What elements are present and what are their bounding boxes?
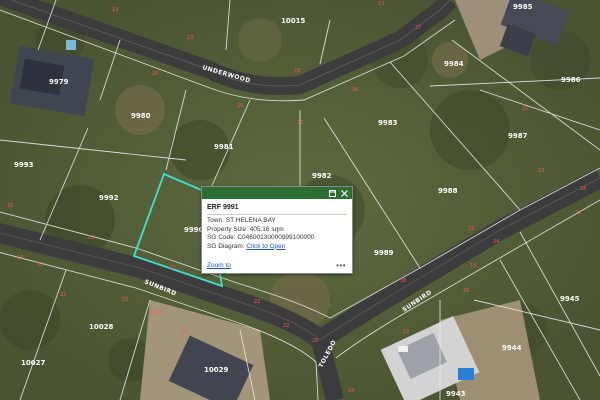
erf-label: 9980 [131, 112, 151, 120]
zoom-to-link[interactable]: Zoom to [207, 262, 231, 269]
dimension-label: 22 [522, 106, 528, 112]
dimension-label: 27 [415, 25, 421, 31]
size-value: 405.16 sqm [249, 225, 284, 233]
popup-town-row: Town: ST HELENA BAY [207, 217, 352, 226]
dimension-label: 22 [60, 292, 66, 298]
dimension-label: 32 [7, 203, 13, 209]
dimension-label: 16.38 [148, 310, 162, 316]
dimension-label: 22 [283, 323, 289, 329]
popup-size-row: Property Size: 405.16 sqm [207, 226, 352, 235]
erf-label: 9993 [14, 161, 34, 169]
dimension-label: 25 [463, 288, 469, 294]
maximize-icon[interactable] [328, 189, 336, 197]
erf-label: 9988 [438, 187, 458, 195]
dimension-label: 26 [352, 87, 358, 93]
info-popup: ERF 9991 Town: ST HELENA BAY Property Si… [201, 186, 353, 274]
town-label: Town: [207, 217, 226, 224]
dimension-label: 22 [180, 329, 186, 335]
dimension-label: 22 [254, 299, 260, 305]
popup-sg-code-row: SG Code: C04600130000999100000 [207, 234, 352, 243]
dimension-label: 24 [493, 239, 499, 245]
erf-label: 10029 [204, 366, 228, 374]
dimension-label: 13 [37, 262, 43, 268]
dimension-label: 20 [312, 338, 318, 344]
erf-label: 9945 [560, 295, 580, 303]
dimension-label: 22 [122, 297, 128, 303]
pool-9943 [458, 368, 474, 380]
erf-label: 9979 [49, 78, 69, 86]
popup-sg-diagram-row: SG Diagram: Click to Open [207, 243, 352, 252]
erf-label: 9987 [508, 132, 528, 140]
close-icon[interactable] [340, 189, 348, 197]
sg-diagram-label: SG Diagram: [207, 242, 247, 250]
erf-label: 9989 [374, 249, 394, 257]
erf-label: 9944 [502, 344, 522, 352]
dimension-label: 23 [297, 120, 303, 126]
town-value: ST HELENA BAY [225, 217, 276, 224]
dimension-label: 24 [348, 388, 354, 394]
dimension-label: 13 [187, 35, 193, 41]
dimension-label: 22 [575, 210, 581, 216]
sg-code-label: SG Code: [207, 234, 238, 242]
pool-9979 [66, 40, 76, 50]
popup-title: ERF 9991 [207, 204, 239, 211]
dimension-label: 23 [88, 235, 94, 241]
dimension-label: 22 [403, 329, 409, 335]
erf-label: 9981 [214, 143, 234, 151]
dimension-label: 15 [470, 263, 476, 269]
erf-label: 10027 [21, 359, 45, 367]
dimension-label: 20 [237, 103, 243, 109]
erf-label: 9943 [446, 390, 466, 398]
popup-header [202, 187, 352, 199]
erf-label: 10015 [281, 17, 305, 25]
more-icon[interactable]: ••• [336, 261, 346, 269]
erf-label: 9982 [312, 172, 332, 180]
erf-label: 10028 [89, 323, 113, 331]
dimension-label: 38 [400, 278, 406, 284]
dimension-label: 18 [580, 186, 586, 192]
dimension-label: 23 [294, 68, 300, 74]
dimension-label: 13 [17, 255, 23, 261]
sg-code-value: C04600130000999100000 [237, 234, 315, 242]
dimension-label: 22 [169, 265, 175, 271]
size-label: Property Size: [207, 225, 250, 233]
dimension-label: 23 [538, 168, 544, 174]
popup-divider [207, 214, 347, 215]
car-9943 [398, 346, 408, 352]
erf-label: 9983 [378, 119, 398, 127]
dimension-label: 20 [152, 71, 158, 77]
erf-label: 9985 [513, 3, 533, 11]
sg-diagram-link[interactable]: Click to Open [246, 243, 285, 250]
dimension-label: 13 [112, 7, 118, 13]
erf-label: 9986 [561, 76, 581, 84]
erf-label: 9992 [99, 194, 119, 202]
dimension-label: 22 [468, 226, 474, 232]
erf-label: 9984 [444, 60, 464, 68]
popup-footer: Zoom to ••• [207, 261, 346, 269]
dimension-label: 13 [378, 1, 384, 7]
